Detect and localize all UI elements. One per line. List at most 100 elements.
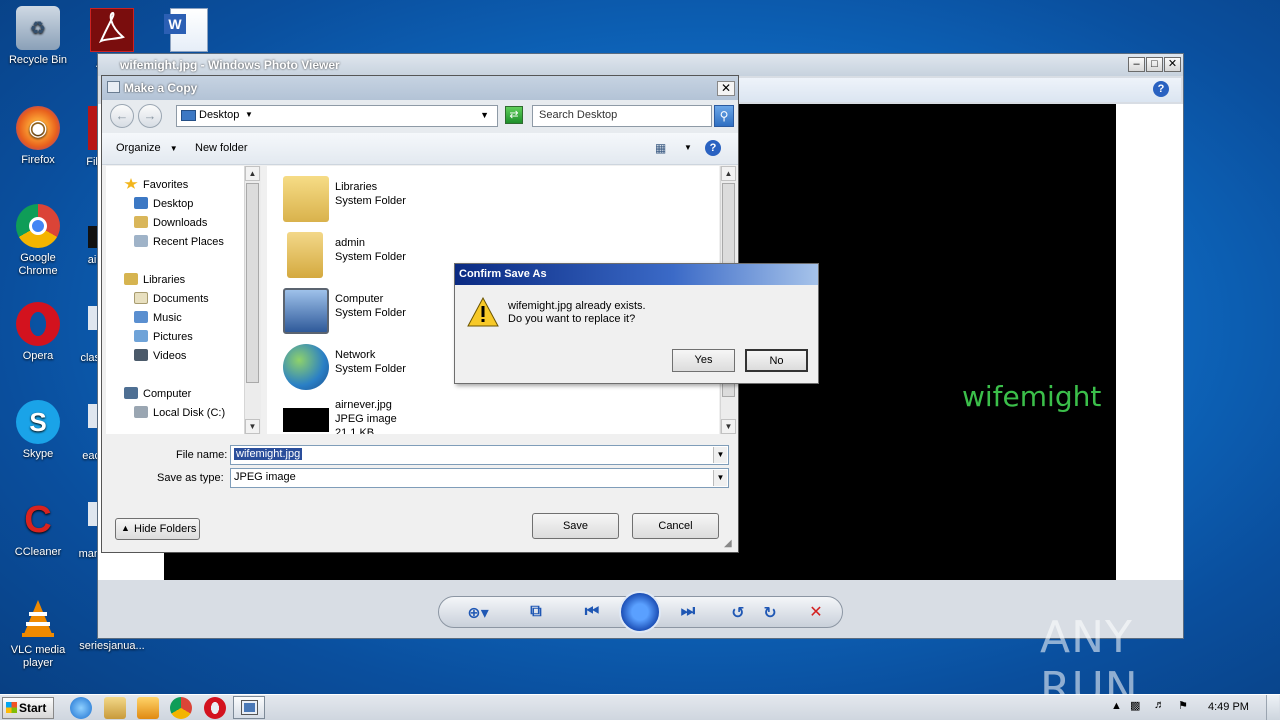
photo-viewer-icon [241,700,258,715]
no-button[interactable]: No [745,349,808,372]
volume-tray-icon[interactable]: ♬ [1154,699,1165,711]
refresh-button[interactable]: ⇄ [505,106,523,124]
nav-computer-header[interactable]: Computer [124,387,191,400]
file-type: System Folder [335,307,406,319]
search-icon[interactable]: ⚲ [714,105,734,127]
confirm-dialog-titlebar[interactable]: Confirm Save As [455,264,818,285]
scroll-up-icon[interactable]: ▲ [245,166,260,181]
scroll-down-icon[interactable]: ▼ [721,419,736,434]
ie-icon[interactable] [70,697,92,719]
breadcrumb-arrow-icon[interactable]: ▼ [245,110,253,119]
desktop-icon-col2-f[interactable]: man [60,548,100,561]
documents-icon [134,292,148,304]
save-dialog-titlebar[interactable]: Make a Copy ✕ [102,76,738,100]
previous-icon[interactable]: ⏮ [579,603,605,621]
photo-viewer-title: wifemight.jpg - Windows Photo Viewer [120,58,340,72]
file-item-airnever[interactable]: airnever.jpg JPEG image 21.1 KB [283,394,583,434]
cancel-button[interactable]: Cancel [632,513,719,539]
photo-viewer-titlebar[interactable]: wifemight.jpg - Windows Photo Viewer – □… [98,54,1183,76]
network-tray-icon[interactable]: ▩ [1130,699,1140,712]
desktop-icon-label: seriesjanua... [79,640,145,652]
hide-folders-label: Hide Folders [134,523,197,535]
forward-button[interactable]: → [138,104,162,128]
new-folder-button[interactable]: New folder [195,142,248,154]
nav-label: Videos [153,350,187,362]
nav-favorites-header[interactable]: Favorites [124,178,188,191]
file-item-libraries[interactable]: Libraries System Folder [283,174,583,224]
nav-label: Local Disk (C:) [153,407,226,419]
desktop-icon-vlc[interactable]: VLC media player [0,596,76,670]
back-button[interactable]: ← [110,104,134,128]
nav-item-local-disk[interactable]: Local Disk (C:) [134,406,225,419]
clock[interactable]: 4:49 PM [1208,701,1249,713]
zoom-icon[interactable]: ⊕▾ [465,603,491,623]
vlc-icon [16,596,60,640]
close-button[interactable]: ✕ [717,81,735,96]
start-button[interactable]: Start [2,697,54,719]
media-player-icon[interactable] [137,697,159,719]
address-box[interactable]: Desktop ▼ ▼ [176,105,498,127]
save-type-select[interactable]: JPEG image ▼ [230,468,729,488]
resize-grip-icon[interactable]: ◢ [724,538,732,549]
scroll-up-icon[interactable]: ▲ [721,166,736,181]
help-icon[interactable]: ? [705,140,721,156]
drive-icon [134,406,148,418]
rotate-left-icon[interactable]: ↺ [725,603,751,623]
desktop-icon-acrobat[interactable] [90,8,134,52]
action-center-icon[interactable]: ⚑ [1178,699,1188,712]
explorer-icon[interactable] [104,697,126,719]
desktop-icon-col2-d[interactable]: clas [60,352,100,365]
rotate-right-icon[interactable]: ↻ [757,603,783,623]
nav-item-desktop[interactable]: Desktop [134,197,193,210]
scroll-thumb[interactable] [246,183,259,383]
nav-item-recent-places[interactable]: Recent Places [134,235,224,248]
save-button[interactable]: Save [532,513,619,539]
downloads-icon [134,216,148,228]
organize-button[interactable]: Organize ▼ [116,142,178,154]
desktop-icon-col2-e[interactable]: eac [60,450,100,463]
playback-controls: ⊕▾ ⧉ ⏮ ⏭ ↺ ↻ ✕ [438,591,843,633]
photo-viewer-task-button[interactable] [233,696,265,719]
nav-item-downloads[interactable]: Downloads [134,216,207,229]
nav-label: Music [153,312,182,324]
nav-libraries-header[interactable]: Libraries [124,273,185,286]
show-hidden-icons-icon[interactable]: ▲ [1111,700,1122,712]
opera-icon[interactable] [204,697,226,719]
nav-item-videos[interactable]: Videos [134,349,186,362]
chevron-down-icon[interactable]: ▼ [713,470,727,486]
view-options-icon[interactable]: ▦ [655,141,666,155]
pictures-icon [134,330,148,342]
scroll-down-icon[interactable]: ▼ [245,419,260,434]
nav-scrollbar[interactable]: ▲ ▼ [244,166,261,434]
show-desktop-button[interactable] [1266,695,1279,720]
nav-item-music[interactable]: Music [134,311,182,324]
next-icon[interactable]: ⏭ [675,603,701,621]
actual-size-icon[interactable]: ⧉ [523,603,549,621]
ccleaner-icon: C [24,498,52,541]
desktop: { "desktop": { "icons": [ {"label": "Rec… [0,0,1280,720]
chrome-icon [16,204,60,248]
address-dropdown-icon[interactable]: ▼ [480,110,489,120]
chevron-down-icon[interactable]: ▼ [684,143,692,152]
hide-folders-button[interactable]: ▲ Hide Folders [115,518,200,540]
chrome-icon[interactable] [170,697,192,719]
desktop-icon-word[interactable]: W [164,8,210,52]
desktop-icon-col2-c[interactable]: air [60,254,100,267]
yes-button[interactable]: Yes [672,349,735,372]
nav-item-documents[interactable]: Documents [134,292,209,305]
slideshow-button[interactable] [619,591,661,633]
file-name-input[interactable]: wifemight.jpg ▼ [230,445,729,465]
search-input[interactable]: Search Desktop [532,105,712,127]
maximize-button[interactable]: □ [1146,57,1163,72]
chevron-down-icon[interactable]: ▼ [713,447,727,463]
file-name: Computer [335,293,384,305]
nav-item-pictures[interactable]: Pictures [134,330,193,343]
help-icon[interactable]: ? [1153,81,1169,97]
image-thumbnail-icon [283,408,329,432]
close-button[interactable]: ✕ [1164,57,1181,72]
nav-label: Downloads [153,217,208,229]
start-label: Start [19,701,47,715]
delete-icon[interactable]: ✕ [803,602,829,622]
minimize-button[interactable]: – [1128,57,1145,72]
confirm-dialog-title: Confirm Save As [459,268,547,280]
